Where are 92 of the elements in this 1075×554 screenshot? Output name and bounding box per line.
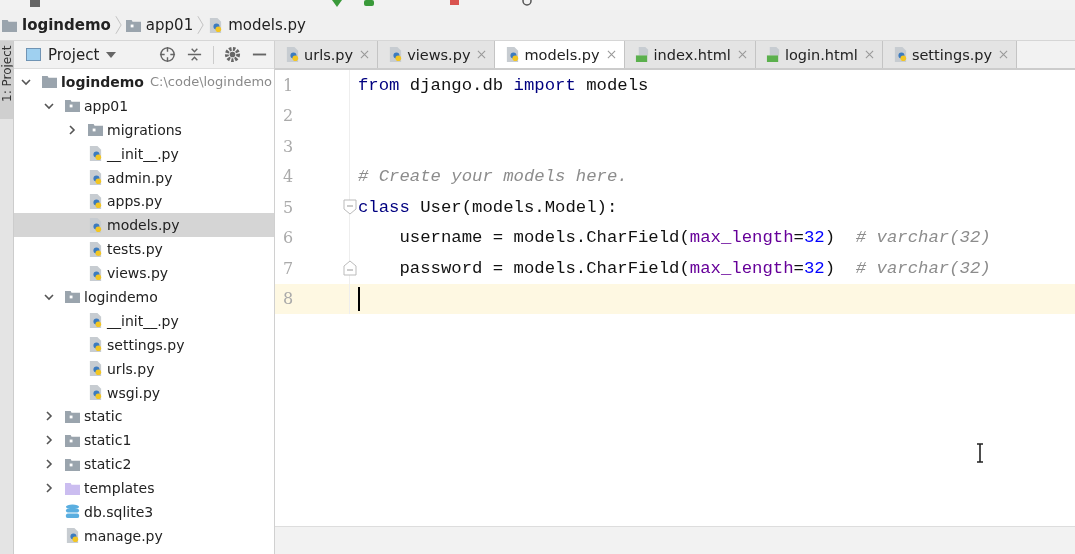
close-icon[interactable] xyxy=(606,50,616,59)
line-number: 2 xyxy=(283,106,294,126)
collapsed-icon[interactable] xyxy=(66,123,78,136)
tree-item[interactable]: static xyxy=(14,404,274,429)
separator-icon xyxy=(197,14,205,36)
editor-tab[interactable]: login.html xyxy=(755,41,883,68)
folder-icon xyxy=(65,480,80,496)
debug-icon[interactable] xyxy=(362,0,376,8)
python-file-icon xyxy=(892,47,908,62)
line-number: 1 xyxy=(283,75,294,95)
code-line: class User(models.Model): xyxy=(358,197,618,217)
code-line: username = models.CharField(max_length=32) # varchar(32) xyxy=(398,228,991,248)
tree-item[interactable]: tests.py xyxy=(14,237,274,262)
tree-item[interactable]: static2 xyxy=(14,452,274,477)
tree-item[interactable]: wsgi.py xyxy=(14,380,274,405)
line-number: 8 xyxy=(283,289,294,309)
line-number: 3 xyxy=(283,136,294,156)
crosshair-icon[interactable] xyxy=(159,46,176,63)
line-number: 4 xyxy=(283,167,294,187)
folder-icon xyxy=(42,74,57,90)
tree-item[interactable]: static1 xyxy=(14,428,274,453)
stop-icon[interactable] xyxy=(448,0,462,8)
search-icon[interactable] xyxy=(520,0,534,8)
tree-item[interactable]: __init__.py xyxy=(14,308,274,333)
tree-item[interactable]: __init__.py xyxy=(14,141,274,166)
tree-item[interactable]: logindemo C:\code\logindemo xyxy=(14,70,274,94)
python-file-icon xyxy=(88,337,103,353)
folder-icon xyxy=(65,432,80,448)
python-file-icon xyxy=(88,217,103,233)
tree-item[interactable]: app01 xyxy=(14,93,274,118)
python-file-icon xyxy=(88,146,103,162)
html-file-icon xyxy=(634,47,650,62)
run-icon[interactable] xyxy=(330,0,344,8)
tree-item[interactable]: urls.py xyxy=(14,356,274,381)
html-file-icon xyxy=(765,47,781,62)
python-file-icon xyxy=(88,361,103,377)
folder-icon xyxy=(65,98,80,114)
settings-icon[interactable] xyxy=(224,46,241,63)
database-icon xyxy=(65,504,80,520)
python-file-icon xyxy=(88,385,103,400)
python-file-icon xyxy=(388,47,404,62)
editor-tab[interactable]: index.html xyxy=(624,41,756,68)
text-caret xyxy=(358,286,360,311)
python-file-icon xyxy=(88,170,103,185)
editor-tab[interactable]: settings.py xyxy=(882,41,1018,68)
caret-icon xyxy=(106,51,117,58)
python-file-icon xyxy=(88,241,103,257)
editor-tab[interactable]: urls.py xyxy=(275,41,379,68)
editor-tab[interactable]: models.py xyxy=(495,41,625,68)
tree-item[interactable]: manage.py xyxy=(14,523,274,548)
editor-tab[interactable]: views.py xyxy=(378,41,496,68)
tree-item[interactable]: settings.py xyxy=(14,332,274,357)
collapsed-icon[interactable] xyxy=(43,410,55,423)
collapsed-icon[interactable] xyxy=(43,434,55,447)
tree-item[interactable]: views.py xyxy=(14,261,274,285)
tree-item[interactable]: admin.py xyxy=(14,165,274,190)
collapse-icon[interactable] xyxy=(186,46,203,63)
python-file-icon xyxy=(88,313,103,329)
folder-icon xyxy=(65,289,80,305)
tree-item[interactable]: migrations xyxy=(14,117,274,142)
tree-item[interactable]: logindemo xyxy=(14,285,274,309)
tree-item[interactable]: apps.py xyxy=(14,189,274,214)
project-path: C:\code\logindemo xyxy=(149,74,273,90)
python-file-icon xyxy=(88,193,103,209)
line-number: 7 xyxy=(283,258,294,278)
breadcrumb-item[interactable]: logindemo xyxy=(2,16,111,34)
window-icon xyxy=(26,48,41,61)
code-line: # Create your models here. xyxy=(358,167,628,187)
python-file-icon xyxy=(505,47,521,62)
folder-icon xyxy=(65,456,80,472)
folder-icon xyxy=(2,17,17,33)
python-file-icon xyxy=(65,528,80,544)
python-file-icon xyxy=(208,17,224,33)
folder-icon xyxy=(88,122,103,138)
tree-item[interactable]: templates xyxy=(14,476,274,501)
line-number: 5 xyxy=(283,197,294,217)
folder-icon xyxy=(65,408,80,424)
tree-item[interactable]: db.sqlite3 xyxy=(14,500,274,524)
text-cursor-icon xyxy=(975,443,985,463)
separator-icon xyxy=(114,14,122,36)
save-icon[interactable] xyxy=(28,0,42,8)
breadcrumb-item[interactable]: models.py xyxy=(208,16,306,34)
collapsed-icon[interactable] xyxy=(43,458,55,471)
code-line: password = models.CharField(max_length=32) # varchar(32) xyxy=(398,258,991,278)
line-number: 6 xyxy=(283,228,294,248)
breadcrumb-item[interactable]: app01 xyxy=(125,16,194,34)
python-file-icon xyxy=(88,265,103,281)
folder-icon xyxy=(125,17,141,33)
collapsed-icon[interactable] xyxy=(43,482,55,495)
python-file-icon xyxy=(285,47,300,62)
tree-item[interactable]: models.py xyxy=(14,213,274,238)
code-line: from django.db import models xyxy=(358,75,649,95)
